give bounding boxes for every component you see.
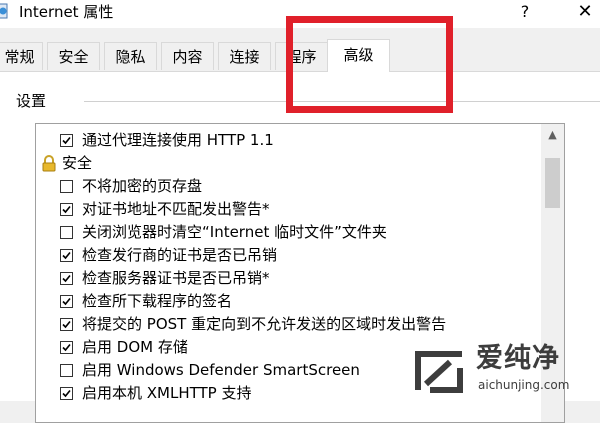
checkbox-checked[interactable]	[60, 341, 73, 354]
settings-option[interactable]: 检查发行商的证书是否已吊销	[36, 244, 541, 267]
checkbox-checked[interactable]	[60, 203, 73, 216]
checkbox-checked[interactable]	[60, 318, 73, 331]
settings-option-label: 关闭浏览器时清空“Internet 临时文件”文件夹	[82, 223, 387, 241]
tab-privacy[interactable]: 隐私	[104, 42, 157, 70]
tab-general[interactable]: 常规	[0, 42, 43, 70]
settings-option[interactable]: 对证书地址不匹配发出警告*	[36, 198, 541, 221]
watermark-url: aichunjing.com	[478, 378, 570, 392]
tab-security[interactable]: 安全	[47, 42, 100, 70]
settings-option[interactable]: 检查所下载程序的签名	[36, 290, 541, 313]
settings-option-label: 检查发行商的证书是否已吊销	[82, 246, 278, 264]
annotation-highlight-box	[286, 16, 453, 113]
settings-group-label: 设置	[16, 92, 47, 110]
watermark: 爱纯净 aichunjing.com	[414, 342, 600, 400]
help-button[interactable]: ?	[516, 1, 534, 23]
checkbox-unchecked[interactable]	[60, 226, 73, 239]
watermark-logo-icon	[414, 346, 466, 400]
settings-option[interactable]: 关闭浏览器时清空“Internet 临时文件”文件夹	[36, 221, 541, 244]
close-button[interactable]: ✕	[570, 0, 600, 24]
checkbox-unchecked[interactable]	[60, 180, 73, 193]
checkbox-checked[interactable]	[60, 387, 73, 400]
checkbox-checked[interactable]	[60, 295, 73, 308]
checkbox-checked[interactable]	[60, 134, 73, 147]
settings-option[interactable]: 将提交的 POST 重定向到不允许发送的区域时发出警告	[36, 313, 541, 336]
checkbox-checked[interactable]	[60, 272, 73, 285]
checkbox-unchecked[interactable]	[60, 364, 73, 377]
settings-option-label: 对证书地址不匹配发出警告*	[82, 200, 270, 218]
settings-option-label: 启用 DOM 存储	[82, 338, 188, 356]
scroll-thumb[interactable]	[545, 158, 560, 208]
watermark-name: 爱纯净	[476, 343, 560, 374]
settings-option-label: 启用 Windows Defender SmartScreen	[82, 361, 360, 379]
settings-category: 安全	[36, 152, 541, 175]
settings-option-label: 将提交的 POST 重定向到不允许发送的区域时发出警告	[82, 315, 447, 333]
settings-option-label: 通过代理连接使用 HTTP 1.1	[82, 131, 274, 149]
settings-category-label: 安全	[62, 154, 93, 172]
settings-option-label: 检查所下载程序的签名	[82, 292, 233, 310]
scroll-up-arrow-icon[interactable]: ▲	[541, 124, 564, 146]
settings-option[interactable]: 通过代理连接使用 HTTP 1.1	[36, 129, 541, 152]
tab-content[interactable]: 内容	[161, 42, 214, 70]
settings-option-label: 检查服务器证书是否已吊销*	[82, 269, 270, 287]
settings-option[interactable]: 检查服务器证书是否已吊销*	[36, 267, 541, 290]
tab-connections[interactable]: 连接	[218, 42, 271, 70]
checkbox-checked[interactable]	[60, 249, 73, 262]
settings-option[interactable]: 不将加密的页存盘	[36, 175, 541, 198]
settings-option-label: 启用本机 XMLHTTP 支持	[82, 384, 252, 402]
window-title: Internet 属性	[19, 3, 114, 21]
settings-option-label: 不将加密的页存盘	[82, 177, 203, 195]
internet-options-icon	[0, 3, 8, 19]
